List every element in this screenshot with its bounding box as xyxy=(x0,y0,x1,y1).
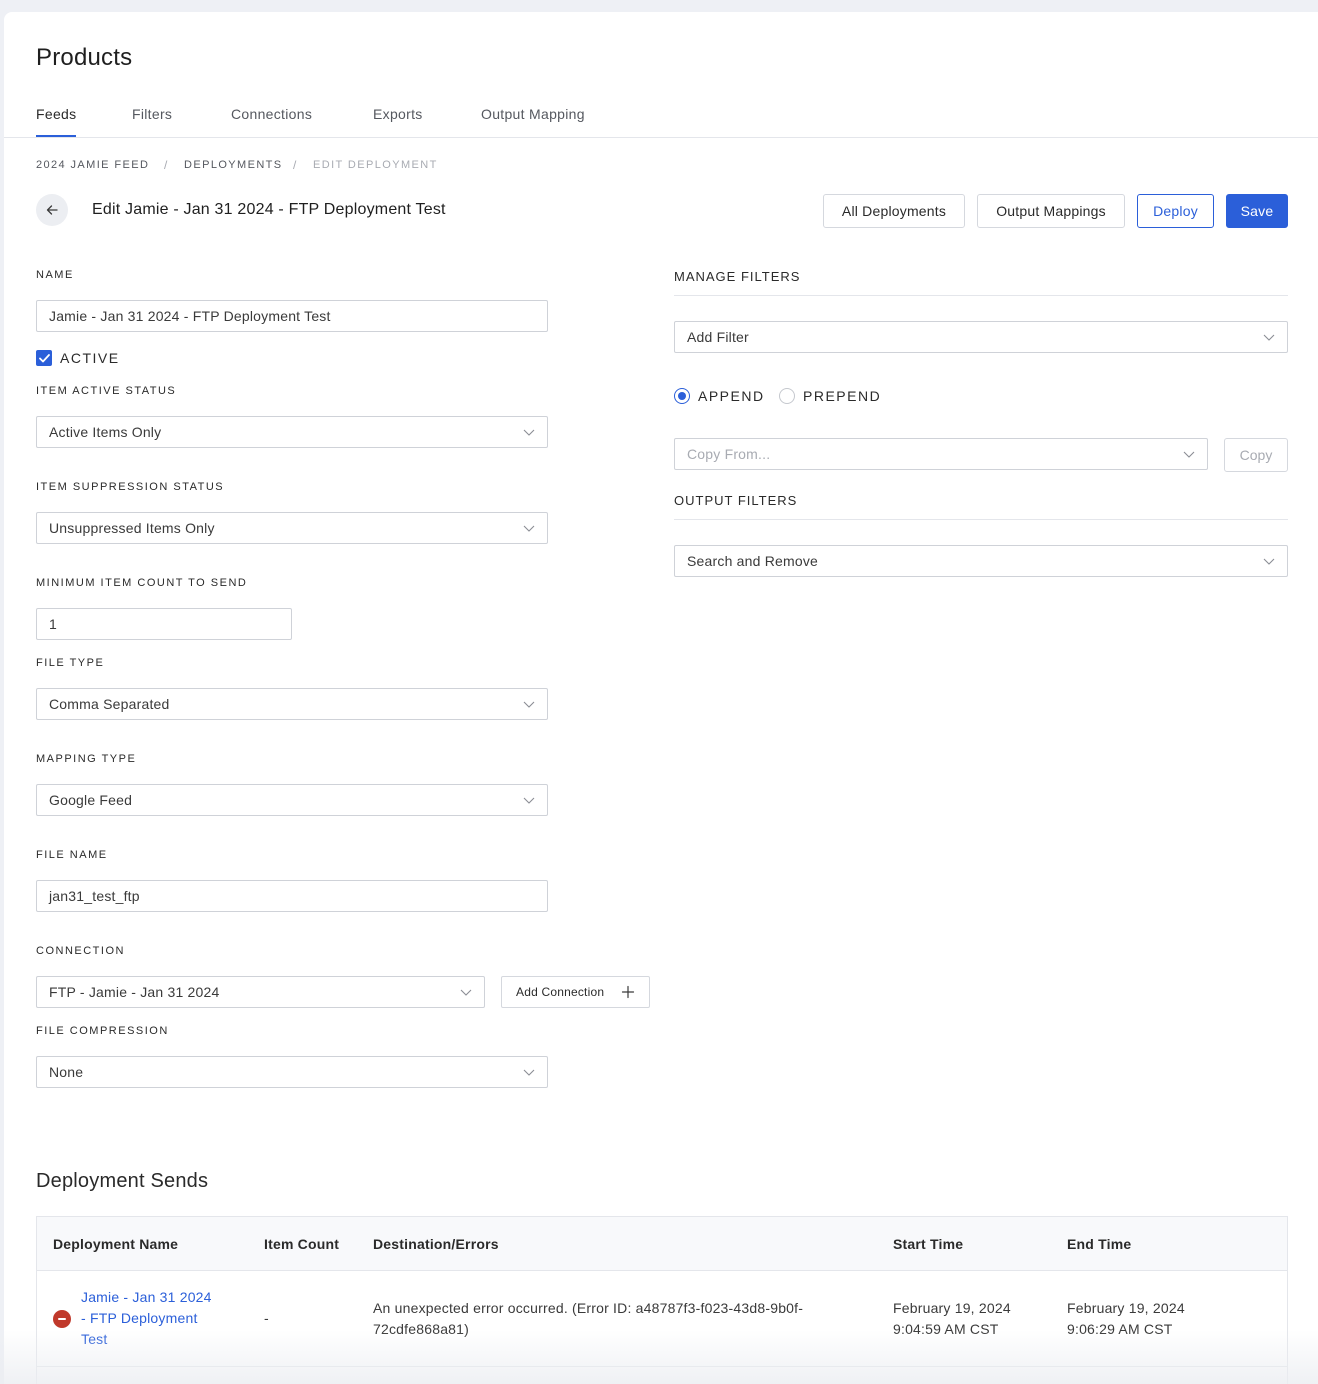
divider xyxy=(674,295,1288,296)
tab-exports[interactable]: Exports xyxy=(373,106,423,122)
active-label: ACTIVE xyxy=(60,350,120,366)
item-suppression-status-label: ITEM SUPPRESSION STATUS xyxy=(36,481,225,493)
mapping-type-label: MAPPING TYPE xyxy=(36,753,137,765)
active-checkbox[interactable] xyxy=(36,350,52,366)
item-suppression-status-select[interactable]: Unsuppressed Items Only xyxy=(36,512,548,544)
chevron-down-icon xyxy=(460,989,472,996)
add-filter-placeholder: Add Filter xyxy=(687,329,749,345)
name-input[interactable]: Jamie - Jan 31 2024 - FTP Deployment Tes… xyxy=(36,300,548,332)
item-active-status-select[interactable]: Active Items Only xyxy=(36,416,548,448)
start-time: 9:04:59 AM CST xyxy=(893,1321,999,1337)
chevron-down-icon xyxy=(523,1069,535,1076)
copy-from-select[interactable]: Copy From... xyxy=(674,438,1208,470)
breadcrumb-separator: / xyxy=(164,158,168,172)
min-item-count-label: MINIMUM ITEM COUNT TO SEND xyxy=(36,577,248,589)
deployment-name-line: - FTP Deployment xyxy=(81,1310,198,1326)
item-active-status-value: Active Items Only xyxy=(49,424,162,440)
deployment-sends-table: Deployment Name Item Count Destination/E… xyxy=(36,1216,1288,1384)
chevron-down-icon xyxy=(523,525,535,532)
deployment-name-link[interactable]: Jamie - Jan 31 2024 - FTP Deployment Tes… xyxy=(81,1287,212,1350)
column-header[interactable]: Deployment Name xyxy=(53,1236,178,1252)
mapping-type-select[interactable]: Google Feed xyxy=(36,784,548,816)
mapping-type-value: Google Feed xyxy=(49,792,133,808)
breadcrumb-separator: / xyxy=(293,158,297,172)
add-filter-select[interactable]: Add Filter xyxy=(674,321,1288,353)
start-time-cell: February 19, 2024 9:04:59 AM CST xyxy=(893,1298,1011,1340)
edit-title: Edit Jamie - Jan 31 2024 - FTP Deploymen… xyxy=(92,201,446,218)
prepend-label: PREPEND xyxy=(803,388,882,404)
end-time: 9:06:29 AM CST xyxy=(1067,1321,1173,1337)
destination-errors-cell: An unexpected error occurred. (Error ID:… xyxy=(373,1298,803,1340)
add-connection-button[interactable]: Add Connection xyxy=(501,976,650,1008)
file-compression-select[interactable]: None xyxy=(36,1056,548,1088)
chevron-down-icon xyxy=(523,701,535,708)
file-type-label: FILE TYPE xyxy=(36,657,105,669)
checkmark-icon xyxy=(38,353,50,362)
deployment-name-line: Test xyxy=(81,1331,108,1347)
deployment-name-line: Jamie - Jan 31 2024 xyxy=(81,1289,212,1305)
chevron-down-icon xyxy=(1263,334,1275,341)
output-filter-value: Search and Remove xyxy=(687,553,819,569)
tabs-divider xyxy=(4,137,1318,138)
name-label: NAME xyxy=(36,269,74,281)
breadcrumb-feed[interactable]: 2024 JAMIE FEED xyxy=(36,159,149,171)
chevron-down-icon xyxy=(523,429,535,436)
row-divider xyxy=(37,1366,1287,1367)
end-time-cell: February 19, 2024 9:06:29 AM CST xyxy=(1067,1298,1185,1340)
file-type-select[interactable]: Comma Separated xyxy=(36,688,548,720)
connection-label: CONNECTION xyxy=(36,945,125,957)
append-radio[interactable] xyxy=(674,388,690,404)
deployment-sends-title: Deployment Sends xyxy=(36,1170,209,1192)
breadcrumb-deployments[interactable]: DEPLOYMENTS xyxy=(184,159,283,171)
manage-filters-heading: MANAGE FILTERS xyxy=(674,269,801,284)
tab-connections[interactable]: Connections xyxy=(231,106,312,122)
tab-filters[interactable]: Filters xyxy=(132,106,172,122)
copy-from-placeholder: Copy From... xyxy=(687,446,771,462)
divider xyxy=(674,519,1288,520)
column-header[interactable]: Item Count xyxy=(264,1236,339,1252)
main-card: Products Feeds Filters Connections Expor… xyxy=(4,12,1318,1384)
file-name-label: FILE NAME xyxy=(36,849,108,861)
error-status-icon xyxy=(53,1310,71,1328)
tab-output-mapping[interactable]: Output Mapping xyxy=(481,106,585,122)
tab-feeds[interactable]: Feeds xyxy=(36,106,76,122)
add-connection-label: Add Connection xyxy=(516,985,605,999)
item-active-status-label: ITEM ACTIVE STATUS xyxy=(36,385,177,397)
item-count-cell: - xyxy=(264,1310,269,1326)
column-header[interactable]: Destination/Errors xyxy=(373,1236,499,1252)
output-filters-heading: OUTPUT FILTERS xyxy=(674,493,798,508)
plus-icon xyxy=(621,985,635,999)
chevron-down-icon xyxy=(1183,451,1195,458)
connection-value: FTP - Jamie - Jan 31 2024 xyxy=(49,984,220,1000)
breadcrumb-current: EDIT DEPLOYMENT xyxy=(313,159,438,171)
connection-select[interactable]: FTP - Jamie - Jan 31 2024 xyxy=(36,976,485,1008)
output-mappings-button[interactable]: Output Mappings xyxy=(977,194,1125,228)
column-header[interactable]: End Time xyxy=(1067,1236,1131,1252)
file-compression-value: None xyxy=(49,1064,84,1080)
file-name-input[interactable]: jan31_test_ftp xyxy=(36,880,548,912)
all-deployments-button[interactable]: All Deployments xyxy=(823,194,965,228)
chevron-down-icon xyxy=(523,797,535,804)
copy-button[interactable]: Copy xyxy=(1224,438,1288,472)
error-message-line: An unexpected error occurred. (Error ID:… xyxy=(373,1300,804,1316)
chevron-down-icon xyxy=(1263,558,1275,565)
deploy-button[interactable]: Deploy xyxy=(1137,194,1214,228)
arrow-left-icon xyxy=(46,205,58,215)
output-filter-select[interactable]: Search and Remove xyxy=(674,545,1288,577)
item-suppression-status-value: Unsuppressed Items Only xyxy=(49,520,215,536)
file-compression-label: FILE COMPRESSION xyxy=(36,1025,169,1037)
start-date: February 19, 2024 xyxy=(893,1300,1011,1316)
prepend-radio[interactable] xyxy=(779,388,795,404)
file-type-value: Comma Separated xyxy=(49,696,170,712)
min-item-count-input[interactable]: 1 xyxy=(36,608,292,640)
end-date: February 19, 2024 xyxy=(1067,1300,1185,1316)
error-message-line: 72cdfe868a81) xyxy=(373,1321,470,1337)
append-label: APPEND xyxy=(698,388,765,404)
column-header[interactable]: Start Time xyxy=(893,1236,963,1252)
save-button[interactable]: Save xyxy=(1226,194,1288,228)
page-title: Products xyxy=(36,44,133,71)
table-header: Deployment Name Item Count Destination/E… xyxy=(37,1217,1287,1271)
back-button[interactable] xyxy=(36,194,68,226)
